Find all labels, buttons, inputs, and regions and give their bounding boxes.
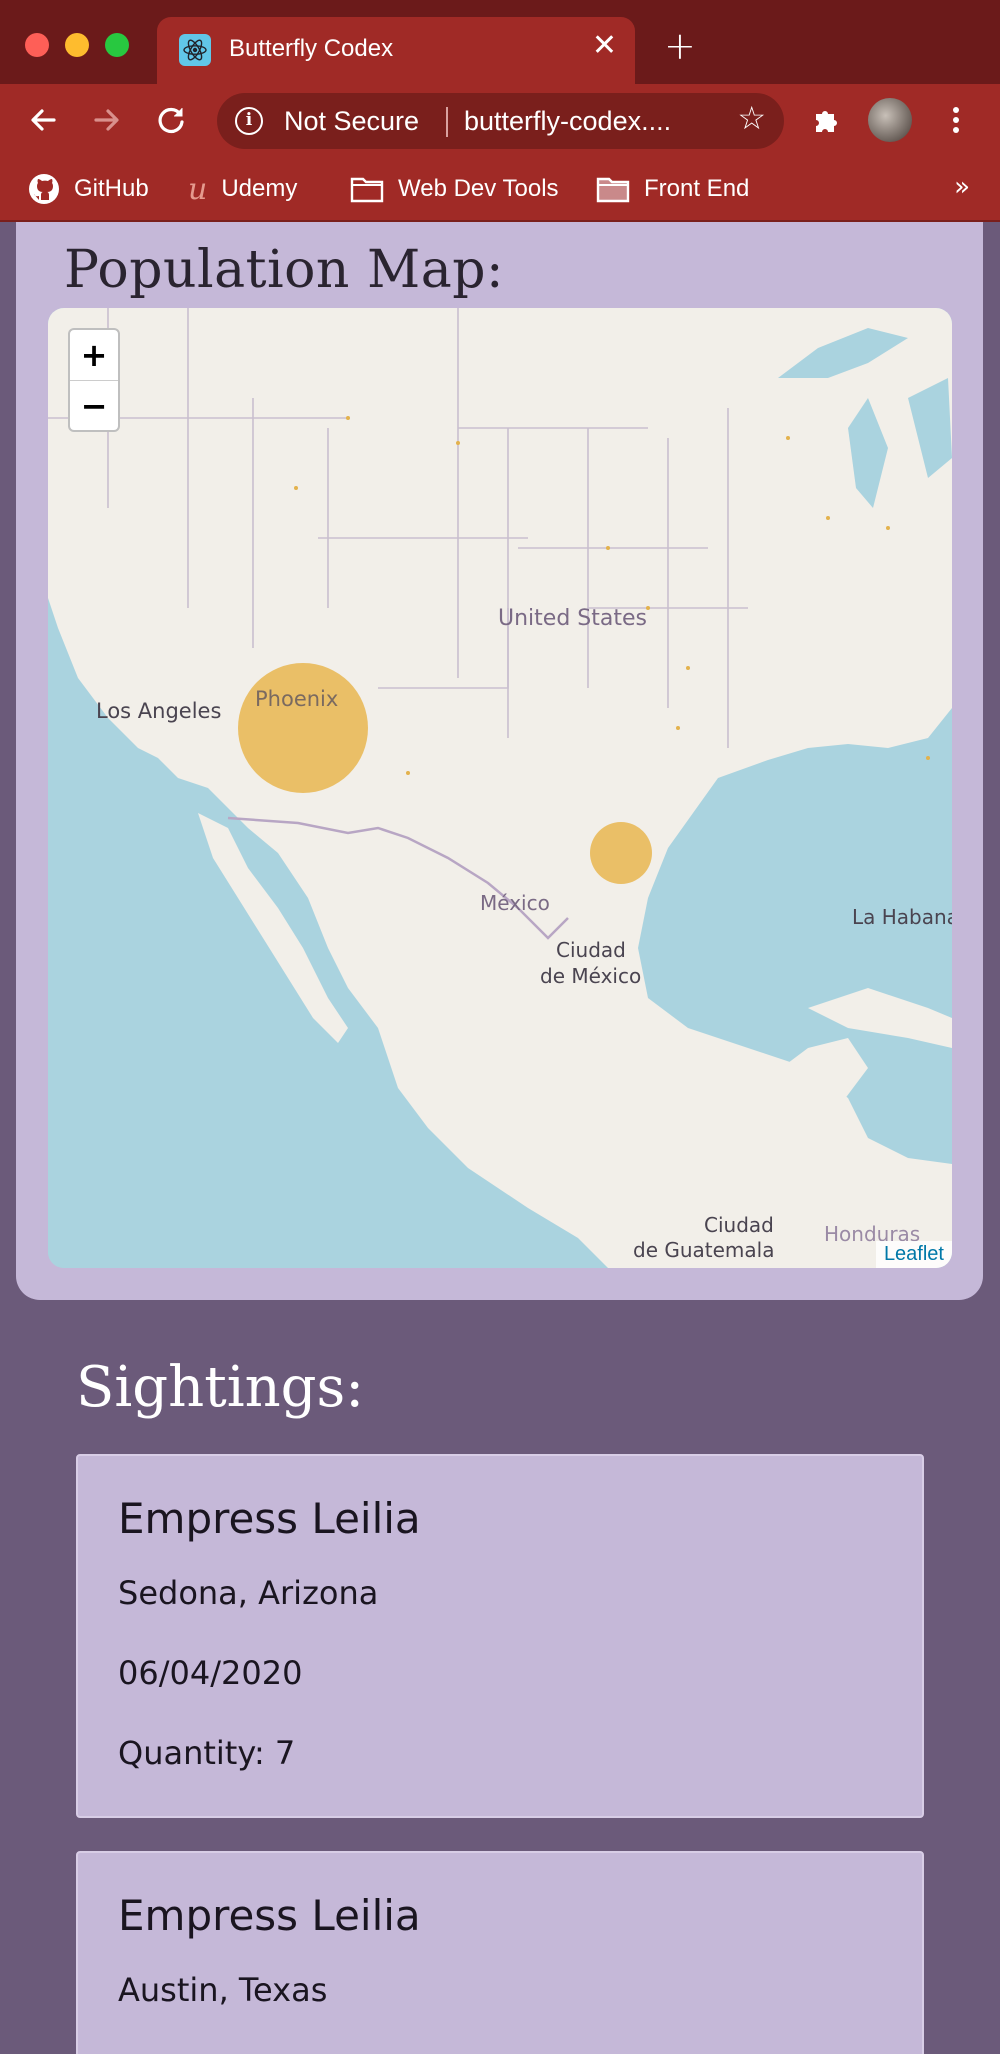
browser-toolbar: i Not Secure butterfly-codex.... ☆ bbox=[0, 84, 1000, 156]
address-url[interactable]: butterfly-codex.... bbox=[464, 106, 671, 137]
map-label-phoenix: Phoenix bbox=[255, 687, 339, 711]
bookmark-github[interactable]: GitHub bbox=[28, 170, 149, 208]
address-bar[interactable]: i Not Secure butterfly-codex.... ☆ bbox=[217, 93, 784, 149]
population-marker[interactable] bbox=[590, 822, 652, 884]
reload-icon[interactable] bbox=[155, 104, 187, 136]
browser-tab[interactable]: Butterfly Codex ✕ bbox=[157, 17, 635, 84]
sighting-location: Sedona, Arizona bbox=[118, 1574, 379, 1612]
map-label-mexico: México bbox=[480, 891, 550, 915]
back-arrow-icon[interactable] bbox=[27, 104, 59, 136]
bookmarks-bar: GitHub u Udemy Web Dev Tools Front End » bbox=[0, 156, 1000, 222]
map-label-ciudad-mexico: Ciudad bbox=[556, 938, 626, 962]
react-icon bbox=[179, 34, 211, 66]
security-status: Not Secure bbox=[284, 106, 420, 136]
sightings-heading: Sightings: bbox=[76, 1355, 365, 1420]
zoom-out-button[interactable]: − bbox=[70, 380, 118, 430]
sighting-card: Empress Leilia Austin, Texas bbox=[76, 1851, 924, 2054]
extensions-puzzle-icon[interactable] bbox=[810, 104, 842, 136]
map-label-la-habana: La Habana bbox=[852, 905, 952, 929]
map-label-ciudad-guatemala: Ciudad bbox=[704, 1213, 774, 1237]
menu-kebab-icon[interactable] bbox=[940, 104, 972, 136]
forward-arrow-icon[interactable] bbox=[91, 104, 123, 136]
address-divider bbox=[446, 107, 448, 137]
udemy-icon: u bbox=[188, 171, 208, 207]
sighting-card: Empress Leilia Sedona, Arizona 06/04/202… bbox=[76, 1454, 924, 1818]
folder-icon bbox=[350, 175, 384, 203]
map-tiles bbox=[48, 308, 952, 1268]
close-tab-icon[interactable]: ✕ bbox=[592, 31, 617, 61]
population-map-card: Population Map: United States Los Angele… bbox=[16, 222, 983, 1300]
close-window-button[interactable] bbox=[25, 33, 49, 57]
bookmark-front-end[interactable]: Front End bbox=[596, 170, 749, 208]
population-map-heading: Population Map: bbox=[64, 240, 505, 300]
bookmark-label: Udemy bbox=[221, 175, 298, 202]
bookmark-label: Web Dev Tools bbox=[398, 175, 559, 202]
profile-avatar[interactable] bbox=[868, 98, 912, 142]
zoom-control: + − bbox=[68, 328, 120, 432]
bookmark-star-icon[interactable]: ☆ bbox=[737, 102, 766, 134]
sighting-date: 06/04/2020 bbox=[118, 1654, 303, 1692]
sighting-butterfly-name: Empress Leilia bbox=[118, 1891, 421, 1940]
new-tab-icon[interactable]: + bbox=[664, 27, 696, 65]
sighting-quantity: Quantity: 7 bbox=[118, 1734, 296, 1772]
population-map[interactable]: United States Los Angeles Phoenix México… bbox=[48, 308, 952, 1268]
zoom-in-button[interactable]: + bbox=[70, 330, 118, 380]
browser-titlebar: Butterfly Codex ✕ + bbox=[0, 0, 1000, 84]
map-label-ciudad-guatemala-2: de Guatemala bbox=[633, 1238, 775, 1262]
sighting-location: Austin, Texas bbox=[118, 1971, 328, 2009]
map-label-united-states: United States bbox=[498, 606, 647, 631]
github-icon bbox=[28, 173, 60, 205]
maximize-window-button[interactable] bbox=[105, 33, 129, 57]
bookmark-label: Front End bbox=[644, 175, 750, 202]
map-label-ciudad-mexico-2: de México bbox=[540, 964, 642, 988]
sighting-butterfly-name: Empress Leilia bbox=[118, 1494, 421, 1543]
bookmark-udemy[interactable]: u Udemy bbox=[188, 170, 297, 208]
tab-title: Butterfly Codex bbox=[229, 35, 394, 62]
folder-icon bbox=[596, 175, 630, 203]
bookmark-web-dev-tools[interactable]: Web Dev Tools bbox=[350, 170, 559, 208]
info-icon[interactable]: i bbox=[235, 107, 263, 135]
minimize-window-button[interactable] bbox=[65, 33, 89, 57]
map-label-los-angeles: Los Angeles bbox=[96, 699, 222, 723]
bookmarks-overflow-icon[interactable]: » bbox=[954, 172, 970, 202]
bookmark-label: GitHub bbox=[74, 175, 149, 202]
leaflet-attribution-link[interactable]: Leaflet bbox=[875, 1241, 952, 1268]
population-marker[interactable] bbox=[238, 663, 368, 793]
